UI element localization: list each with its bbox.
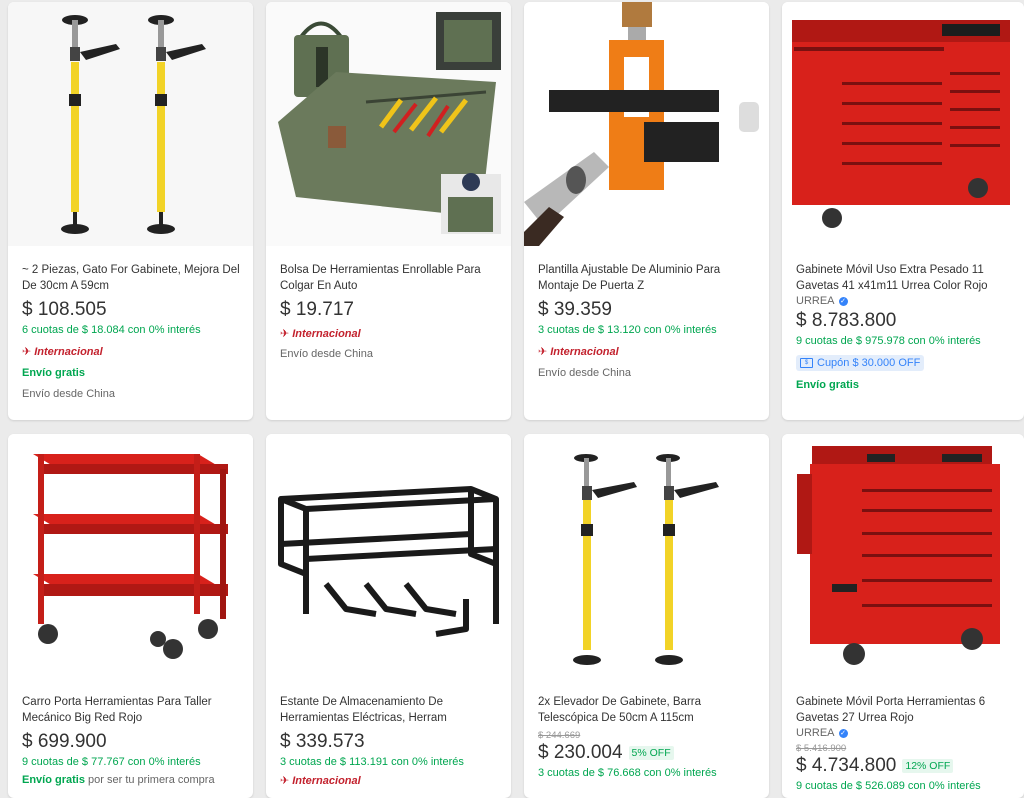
free-shipping: Envío gratis por ser tu primera compra <box>22 774 241 786</box>
product-title[interactable]: 2x Elevador De Gabinete, Barra Telescópi… <box>538 694 757 726</box>
brand-name: URREA <box>796 727 835 739</box>
ships-from: Envío desde China <box>280 348 373 360</box>
product-title[interactable]: Carro Porta Herramientas Para Taller Mec… <box>22 694 241 726</box>
product-image[interactable] <box>8 2 253 246</box>
international-label: Internacional <box>34 345 103 358</box>
discount-badge: 5% OFF <box>628 746 674 760</box>
international-badge: ✈ Internacional <box>280 327 499 341</box>
free-shipping: Envío gratis <box>796 379 859 391</box>
product-image[interactable] <box>782 2 1024 246</box>
product-card[interactable]: 2x Elevador De Gabinete, Barra Telescópi… <box>524 434 769 798</box>
international-label: Internacional <box>550 345 619 358</box>
discount-badge: 12% OFF <box>902 759 954 773</box>
product-card[interactable]: Gabinete Móvil Porta Herramientas 6 Gave… <box>782 434 1024 798</box>
product-card[interactable]: Estante De Almacenamiento De Herramienta… <box>266 434 511 798</box>
installments: 3 cuotas de $ 113.191 con 0% interés <box>280 756 464 768</box>
product-title[interactable]: Plantilla Ajustable De Aluminio Para Mon… <box>538 262 757 294</box>
product-price: $ 699.900 <box>22 731 241 753</box>
free-shipping-label: Envío gratis <box>22 774 85 786</box>
plane-icon: ✈ <box>280 328 290 340</box>
coupon-badge[interactable]: $ Cupón $ 30.000 OFF <box>796 355 925 371</box>
plane-icon: ✈ <box>22 346 32 358</box>
product-card[interactable]: Bolsa De Herramientas Enrollable Para Co… <box>266 2 511 420</box>
product-price: $ 19.717 <box>280 299 499 321</box>
product-title[interactable]: Gabinete Móvil Uso Extra Pesado 11 Gavet… <box>796 262 1012 294</box>
coupon-label: Cupón $ 30.000 OFF <box>817 357 921 369</box>
product-card[interactable]: Plantilla Ajustable De Aluminio Para Mon… <box>524 2 769 420</box>
brand-label: URREA ✓ <box>796 727 1012 739</box>
price-value: $ 699.900 <box>22 731 107 752</box>
product-title[interactable]: Estante De Almacenamiento De Herramienta… <box>280 694 499 726</box>
international-badge: ✈ Internacional <box>280 774 499 788</box>
product-price: $ 230.004 5% OFF <box>538 742 757 764</box>
plane-icon: ✈ <box>280 775 290 787</box>
product-image[interactable] <box>524 434 769 678</box>
ships-from: Envío desde China <box>22 388 115 400</box>
installments: 9 cuotas de $ 975.978 con 0% interés <box>796 335 981 347</box>
free-shipping: Envío gratis <box>22 367 85 379</box>
original-price: $ 244.669 <box>538 730 581 741</box>
product-image[interactable] <box>266 434 511 678</box>
verified-check-icon: ✓ <box>838 728 848 738</box>
brand-label: URREA ✓ <box>796 295 1012 307</box>
product-image[interactable] <box>8 434 253 678</box>
ticket-icon: $ <box>800 358 813 368</box>
price-value: $ 339.573 <box>280 731 365 752</box>
product-price: $ 39.359 <box>538 299 757 321</box>
product-image[interactable] <box>266 2 511 246</box>
product-image[interactable] <box>782 434 1024 678</box>
price-value: $ 4.734.800 <box>796 755 897 776</box>
price-value: $ 108.505 <box>22 299 107 320</box>
product-price: $ 4.734.800 12% OFF <box>796 755 1012 777</box>
original-price: $ 5.416.900 <box>796 743 847 754</box>
product-grid: ~ 2 Piezas, Gato For Gabinete, Mejora De… <box>0 0 1024 798</box>
installments: 3 cuotas de $ 76.668 con 0% interés <box>538 767 717 779</box>
installments: 9 cuotas de $ 526.089 con 0% interés <box>796 780 981 792</box>
plane-icon: ✈ <box>538 346 548 358</box>
product-title[interactable]: ~ 2 Piezas, Gato For Gabinete, Mejora De… <box>22 262 241 294</box>
price-value: $ 19.717 <box>280 299 354 320</box>
product-card[interactable]: Gabinete Móvil Uso Extra Pesado 11 Gavet… <box>782 2 1024 420</box>
price-value: $ 230.004 <box>538 742 623 763</box>
product-card[interactable]: ~ 2 Piezas, Gato For Gabinete, Mejora De… <box>8 2 253 420</box>
brand-name: URREA <box>796 295 835 307</box>
product-price: $ 108.505 <box>22 299 241 321</box>
international-badge: ✈ Internacional <box>22 345 241 359</box>
product-title[interactable]: Gabinete Móvil Porta Herramientas 6 Gave… <box>796 694 1012 726</box>
verified-check-icon: ✓ <box>838 296 848 306</box>
price-value: $ 39.359 <box>538 299 612 320</box>
international-label: Internacional <box>292 327 361 340</box>
installments: 3 cuotas de $ 13.120 con 0% interés <box>538 324 717 336</box>
ships-from: Envío desde China <box>538 367 631 379</box>
international-label: Internacional <box>292 774 361 787</box>
shipping-note: por ser tu primera compra <box>88 774 215 786</box>
product-price: $ 8.783.800 <box>796 310 1012 332</box>
product-card[interactable]: Carro Porta Herramientas Para Taller Mec… <box>8 434 253 798</box>
product-price: $ 339.573 <box>280 731 499 753</box>
price-value: $ 8.783.800 <box>796 310 897 331</box>
installments: 6 cuotas de $ 18.084 con 0% interés <box>22 324 201 336</box>
product-title[interactable]: Bolsa De Herramientas Enrollable Para Co… <box>280 262 499 294</box>
product-image[interactable] <box>524 2 769 246</box>
international-badge: ✈ Internacional <box>538 345 757 359</box>
installments: 9 cuotas de $ 77.767 con 0% interés <box>22 756 201 768</box>
